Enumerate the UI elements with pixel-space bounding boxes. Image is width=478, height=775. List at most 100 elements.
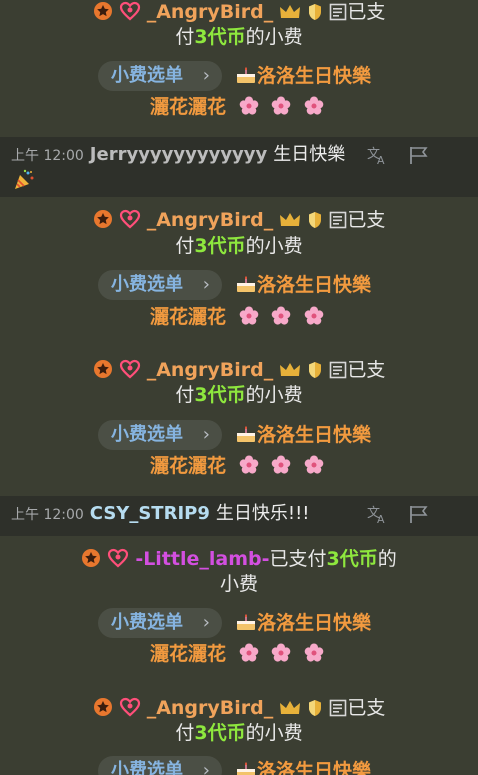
translate-icon[interactable]: 文A <box>367 145 389 169</box>
flag-icon[interactable] <box>408 145 430 169</box>
cake-icon <box>235 64 257 94</box>
chevron-right-icon: › <box>202 424 210 445</box>
tip-line-1: _AngryBird_ 已支 <box>0 358 478 385</box>
cherry-blossom-icon <box>304 643 324 663</box>
tip-menu-item: 洛洛生日快樂 <box>235 756 371 775</box>
tip-menu-item: 洛洛生日快樂 <box>235 61 371 91</box>
note-icon <box>329 211 347 235</box>
chat-actions: 文A <box>353 145 430 169</box>
cherry-blossom-icon <box>304 455 324 475</box>
translate-icon[interactable]: 文A <box>367 504 389 528</box>
tip-line-1: -Little_lamb-已支付3代币的 <box>0 547 478 574</box>
tip-line-2: 付3代币的小费 <box>175 722 303 744</box>
note-icon <box>329 3 347 27</box>
tip-line-1: _AngryBird_ 已支 <box>0 696 478 723</box>
chat-message: 上午 12:00 Jerryyyyyyyyyyyy 生日快樂 文A <box>0 137 478 197</box>
tip-menu-row: 小费选单 › 洛洛生日快樂 <box>0 270 478 300</box>
tip-username[interactable]: _AngryBird_ <box>147 697 274 719</box>
tip-menu-item-continued: 灑花灑花 <box>150 303 324 331</box>
tip-menu-button[interactable]: 小费选单 › <box>98 61 222 91</box>
tip-line-2: 付3代币的小费 <box>175 384 303 406</box>
tip-line-2: 付3代币的小费 <box>175 26 303 48</box>
chevron-right-icon: › <box>202 274 210 295</box>
tip-menu-item: 洛洛生日快樂 <box>235 420 371 450</box>
crown-icon <box>279 699 301 723</box>
party-popper-icon <box>13 169 35 195</box>
cherry-blossom-icon <box>239 643 259 663</box>
flag-icon[interactable] <box>408 504 430 528</box>
tip-menu-row: 小费选单 › 洛洛生日快樂 <box>0 756 478 775</box>
heart-icon <box>107 548 129 574</box>
chat-text: 生日快樂 <box>273 144 346 165</box>
tip-line-1: _AngryBird_ 已支 <box>0 208 478 235</box>
tip-username[interactable]: _AngryBird_ <box>147 359 274 381</box>
tip-menu-item: 洛洛生日快樂 <box>235 270 371 300</box>
tip-menu-button[interactable]: 小费选单 › <box>98 420 222 450</box>
tip-message: _AngryBird_ 已支 付3代币的小费 小费选单 › 洛洛生日快樂 灑花灑… <box>0 197 478 335</box>
tip-username[interactable]: -Little_lamb- <box>135 548 269 570</box>
tip-line-2: 付3代币的小费 <box>175 235 303 257</box>
tip-menu-row: 小费选单 › 洛洛生日快樂 <box>0 61 478 91</box>
shield-icon <box>307 361 323 385</box>
tip-message: _AngryBird_ 已支 付3代币的小费 小费选单 › 洛洛生日快樂 <box>0 686 478 775</box>
svg-text:A: A <box>377 513 385 524</box>
tip-menu-item: 洛洛生日快樂 <box>235 608 371 638</box>
crown-icon <box>279 211 301 235</box>
tip-line-1: _AngryBird_ 已支 <box>0 0 478 27</box>
heart-icon <box>119 359 141 385</box>
tip-message: _AngryBird_ 已支 付3代币的小费 小费选单 › 洛洛生日快樂 灑花灑… <box>0 347 478 496</box>
cherry-blossom-icon <box>271 96 291 116</box>
tip-menu-button[interactable]: 小费选单 › <box>98 270 222 300</box>
cherry-blossom-icon <box>239 306 259 326</box>
tip-menu-button[interactable]: 小费选单 › <box>98 608 222 638</box>
tip-menu-item-continued: 灑花灑花 <box>150 640 324 668</box>
chat-text: 生日快乐!!! <box>215 503 310 524</box>
tip-amount: 3代币 <box>194 722 246 744</box>
cherry-blossom-icon <box>271 643 291 663</box>
cherry-blossom-icon <box>304 96 324 116</box>
cake-icon <box>235 611 257 641</box>
star-badge-icon <box>93 209 113 235</box>
shield-icon <box>307 3 323 27</box>
chat-message: 上午 12:00 CSY_STRIP9 生日快乐!!! 文A <box>0 496 478 536</box>
tip-username[interactable]: _AngryBird_ <box>147 1 274 23</box>
tip-menu-item-continued: 灑花灑花 <box>150 93 324 121</box>
tip-line-2: 小费 <box>219 573 258 595</box>
cherry-blossom-icon <box>239 455 259 475</box>
chat-username[interactable]: CSY_STRIP9 <box>90 503 210 524</box>
star-badge-icon <box>93 1 113 27</box>
chat-actions: 文A <box>353 504 430 528</box>
tip-amount: 3代币 <box>194 235 246 257</box>
note-icon <box>329 699 347 723</box>
tip-amount: 3代币 <box>194 384 246 406</box>
shield-icon <box>307 211 323 235</box>
tip-message: _AngryBird_ 已支 付3代币的小费 小费选单 › 洛洛生日快樂 灑花灑… <box>0 0 478 137</box>
tip-amount: 3代币 <box>194 26 246 48</box>
cherry-blossom-icon <box>271 455 291 475</box>
cake-icon <box>235 423 257 453</box>
tip-menu-item-continued: 灑花灑花 <box>150 452 324 480</box>
cake-icon <box>235 273 257 303</box>
cherry-blossom-icon <box>304 306 324 326</box>
chevron-right-icon: › <box>202 612 210 633</box>
chat-line: 上午 12:00 CSY_STRIP9 生日快乐!!! <box>11 502 310 527</box>
heart-icon <box>119 209 141 235</box>
tip-menu-row: 小费选单 › 洛洛生日快樂 <box>0 420 478 450</box>
svg-text:A: A <box>377 154 385 165</box>
heart-icon <box>119 697 141 723</box>
chevron-right-icon: › <box>202 65 210 86</box>
tip-username[interactable]: _AngryBird_ <box>147 209 274 231</box>
tip-menu-button[interactable]: 小费选单 › <box>98 756 222 775</box>
cherry-blossom-icon <box>239 96 259 116</box>
cherry-blossom-icon <box>271 306 291 326</box>
star-badge-icon <box>93 359 113 385</box>
star-badge-icon <box>93 697 113 723</box>
heart-icon <box>119 1 141 27</box>
crown-icon <box>279 361 301 385</box>
timestamp: 上午 12:00 <box>11 148 84 164</box>
note-icon <box>329 361 347 385</box>
shield-icon <box>307 699 323 723</box>
chat-username[interactable]: Jerryyyyyyyyyyyy <box>90 144 267 165</box>
crown-icon <box>279 3 301 27</box>
timestamp: 上午 12:00 <box>11 507 84 523</box>
